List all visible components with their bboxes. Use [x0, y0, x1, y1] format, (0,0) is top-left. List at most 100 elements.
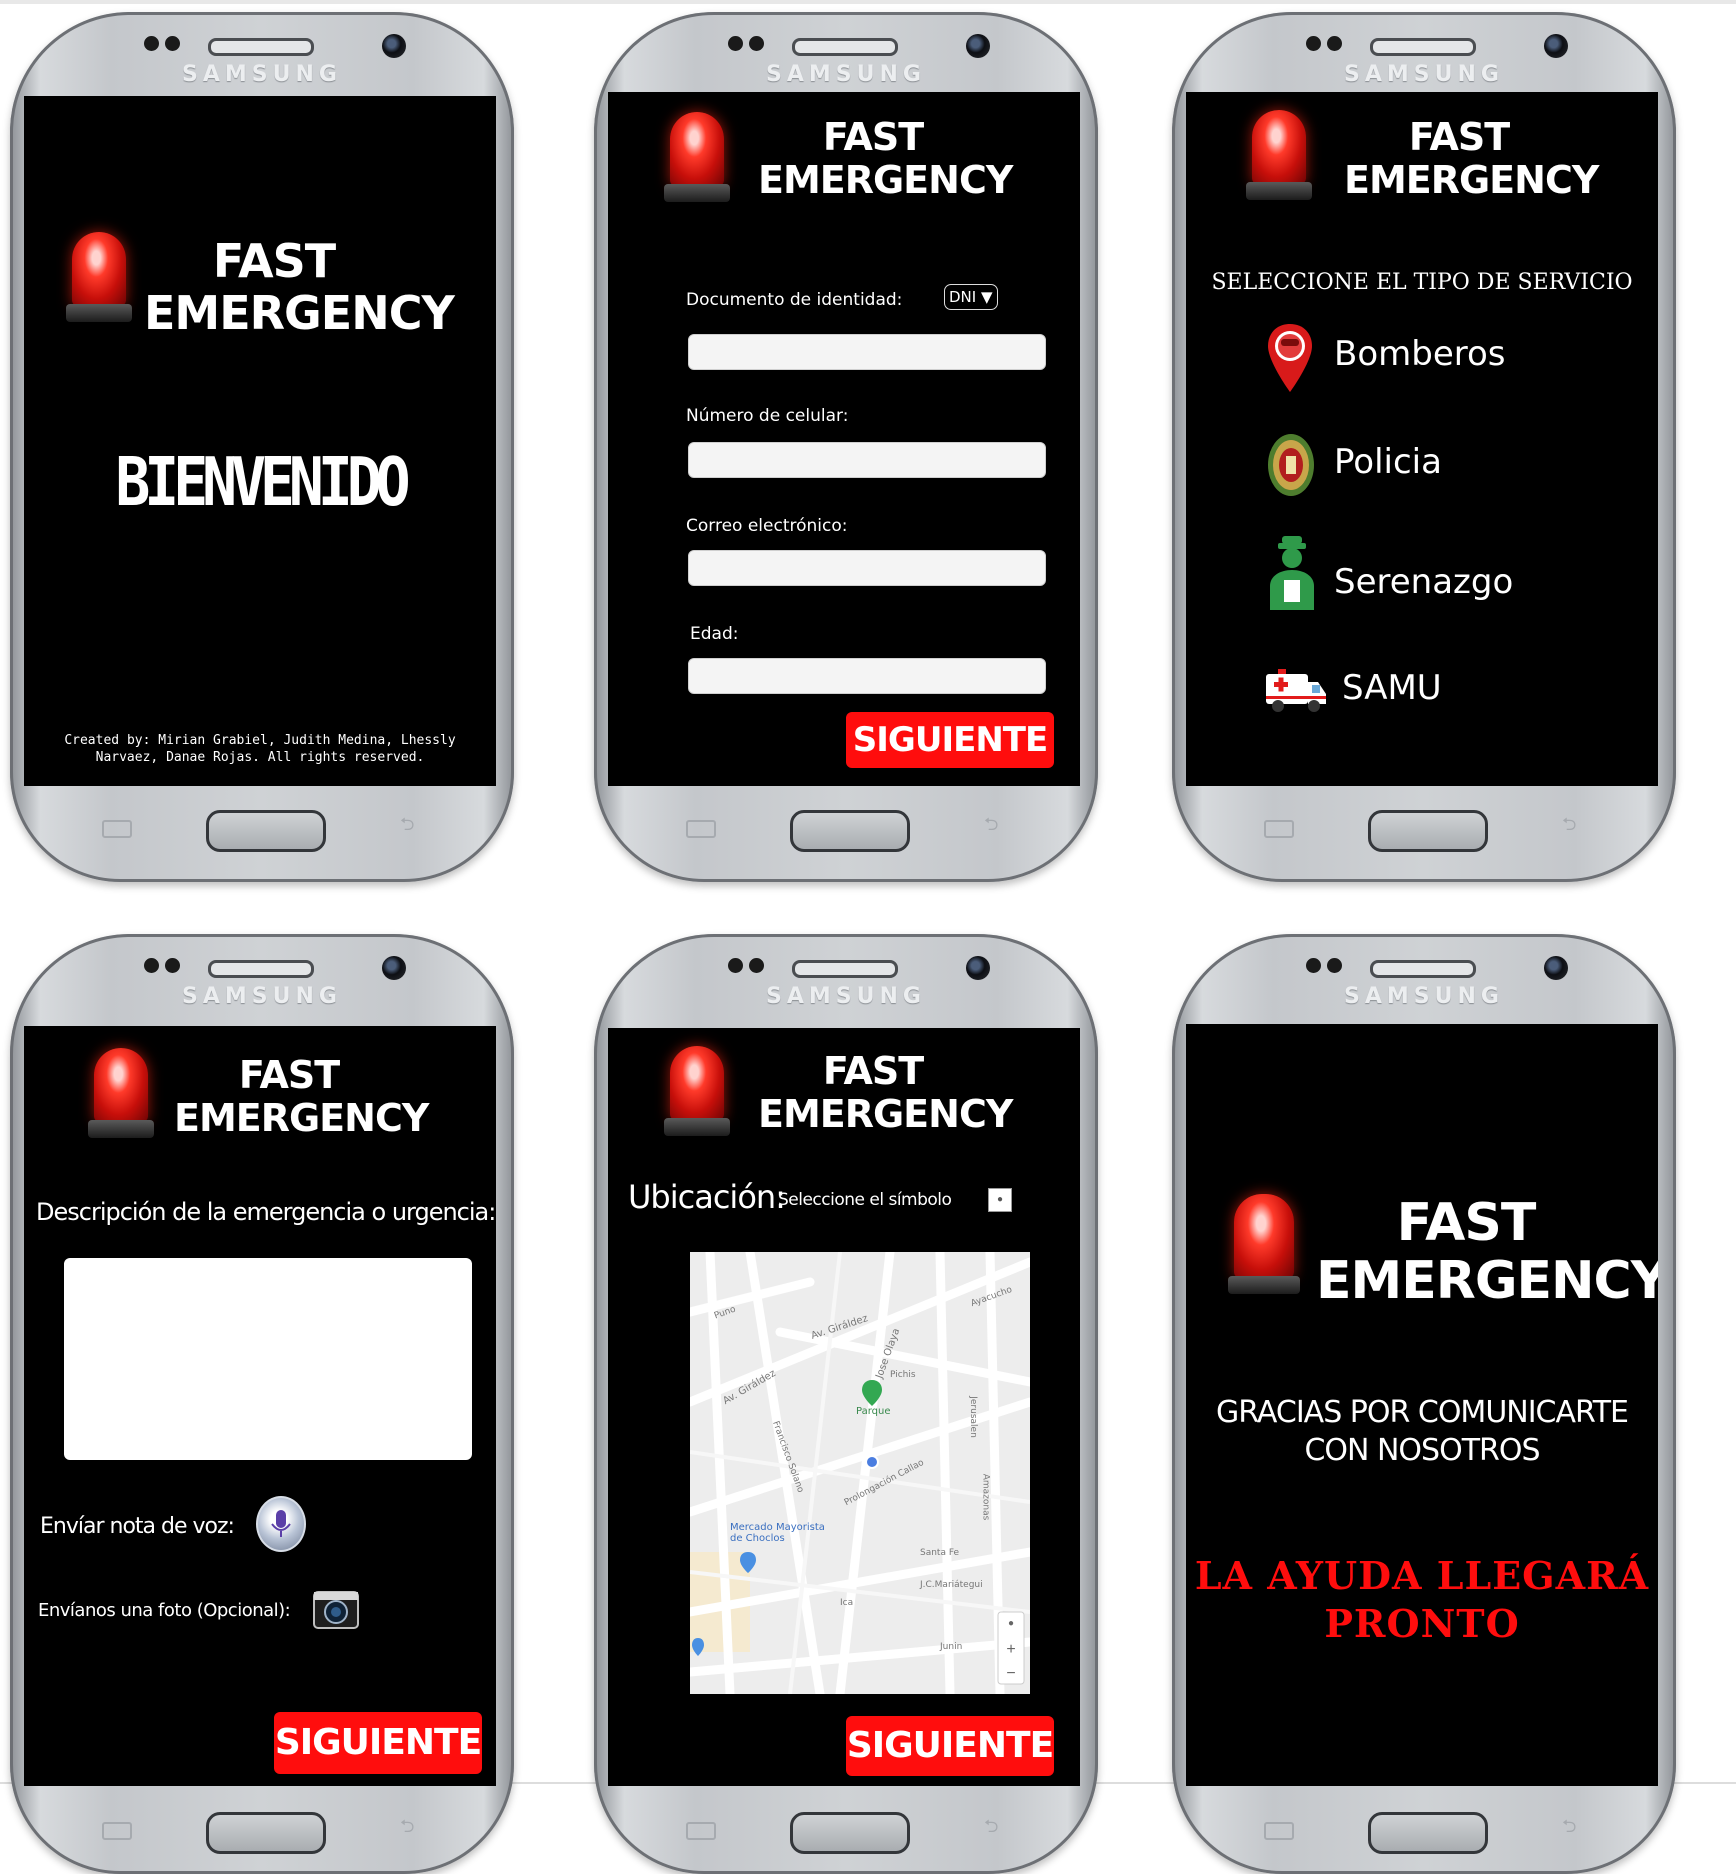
- svg-text:●: ●: [1008, 1618, 1014, 1629]
- thanks-line1: GRACIAS POR COMUNICARTE: [1216, 1395, 1629, 1430]
- guard-person-icon[interactable]: [1266, 534, 1318, 617]
- map-label: Jerusalen: [967, 1396, 978, 1438]
- doc-number-input[interactable]: [688, 334, 1046, 370]
- sensor-dots: [728, 958, 772, 976]
- sensor-dots: [144, 958, 188, 976]
- service-samu[interactable]: SAMU: [1342, 668, 1442, 708]
- back-icon[interactable]: ⮌: [1562, 1814, 1588, 1844]
- logo-line2: EMERGENCY: [174, 1095, 429, 1140]
- firefighter-pin-icon[interactable]: [1266, 322, 1314, 399]
- front-camera: [966, 34, 990, 58]
- service-select-title: SELECCIONE EL TIPO DE SERVICIO: [1211, 270, 1633, 295]
- recent-apps-icon[interactable]: [686, 820, 716, 838]
- earpiece-speaker: [792, 960, 898, 978]
- front-camera: [382, 34, 406, 58]
- sensor-dots: [1306, 958, 1350, 976]
- earpiece-speaker: [208, 38, 314, 56]
- recent-apps-icon[interactable]: [1264, 1822, 1294, 1840]
- phone-number-label: Número de celular:: [686, 406, 849, 426]
- home-button[interactable]: [1368, 810, 1488, 852]
- help-coming-message: LA AYUDA LLEGARÁ PRONTO: [1186, 1552, 1658, 1648]
- age-label: Edad:: [690, 624, 739, 644]
- back-icon[interactable]: ⮌: [400, 1814, 426, 1844]
- phone-registration: SAMSUNG FAST EMERGENCY Documento de iden…: [594, 12, 1098, 882]
- home-button[interactable]: [206, 1812, 326, 1854]
- phone-number-input[interactable]: [688, 442, 1046, 478]
- map-label: Ica: [840, 1598, 854, 1608]
- logo-line1: FAST: [822, 1049, 924, 1093]
- logo-line1: FAST: [238, 1053, 340, 1097]
- credits-line1: Created by: Mirian Grabiel, Judith Medin…: [64, 733, 456, 748]
- description-textarea[interactable]: [64, 1258, 472, 1460]
- photo-label: Envíanos una foto (Opcional):: [38, 1600, 291, 1621]
- service-bomberos[interactable]: Bomberos: [1334, 334, 1506, 374]
- map-label: Pichis: [890, 1370, 916, 1380]
- recent-apps-icon[interactable]: [102, 820, 132, 838]
- next-button[interactable]: SIGUIENTE: [846, 1716, 1054, 1776]
- next-button[interactable]: SIGUIENTE: [274, 1712, 482, 1774]
- doc-label: Documento de identidad:: [686, 290, 903, 310]
- description-screen: FAST EMERGENCY Descripción de la emergen…: [24, 1026, 496, 1786]
- phone-service-select: SAMSUNG FAST EMERGENCY SELECCIONE EL TIP…: [1172, 12, 1676, 882]
- logo-line2: EMERGENCY: [144, 285, 455, 340]
- credits-line2: Narvaez, Danae Rojas. All rights reserve…: [95, 750, 425, 765]
- sensor-dots: [728, 36, 772, 54]
- earpiece-speaker: [1370, 960, 1476, 978]
- phone-welcome: SAMSUNG FAST EMERGENCY BIENVENIDO Create…: [10, 12, 514, 882]
- thanks-message: GRACIAS POR COMUNICARTE CON NOSOTROS: [1186, 1394, 1658, 1470]
- help-line2: PRONTO: [1324, 1601, 1520, 1646]
- app-logo-text: FAST EMERGENCY: [144, 235, 455, 340]
- earpiece-speaker: [1370, 38, 1476, 56]
- voice-note-label: Envíar nota de voz:: [40, 1514, 235, 1539]
- police-badge-icon[interactable]: [1266, 432, 1316, 503]
- location-screen: FAST EMERGENCY Ubicación: Seleccione el …: [608, 1028, 1080, 1786]
- home-button[interactable]: [790, 1812, 910, 1854]
- back-icon[interactable]: ⮌: [984, 1814, 1010, 1844]
- home-button[interactable]: [1368, 1812, 1488, 1854]
- location-map[interactable]: ● + − Av. Giráldez Av. Giráldez Parque J…: [690, 1252, 1030, 1694]
- phone-brand-label: SAMSUNG: [1344, 984, 1504, 1009]
- phone-description: SAMSUNG FAST EMERGENCY Descripción de la…: [10, 934, 514, 1874]
- phone-brand-label: SAMSUNG: [182, 984, 342, 1009]
- email-input[interactable]: [688, 550, 1046, 586]
- camera-icon[interactable]: [312, 1586, 360, 1635]
- service-serenazgo[interactable]: Serenazgo: [1334, 562, 1513, 602]
- next-button[interactable]: SIGUIENTE: [846, 712, 1054, 768]
- svg-text:−: −: [1006, 1665, 1015, 1682]
- phone-brand-label: SAMSUNG: [182, 62, 342, 87]
- sensor-dots: [1306, 36, 1350, 54]
- home-button[interactable]: [790, 810, 910, 852]
- email-label: Correo electrónico:: [686, 516, 848, 536]
- phone-brand-label: SAMSUNG: [766, 62, 926, 87]
- microphone-icon[interactable]: [256, 1496, 306, 1552]
- locate-symbol-icon[interactable]: ●: [988, 1188, 1012, 1212]
- home-button[interactable]: [206, 810, 326, 852]
- welcome-title: BIENVENIDO: [115, 442, 410, 522]
- earpiece-speaker: [792, 38, 898, 56]
- select-symbol-label: Seleccione el símbolo: [778, 1190, 952, 1210]
- recent-apps-icon[interactable]: [102, 1822, 132, 1840]
- logo-line2: EMERGENCY: [1316, 1251, 1658, 1312]
- recent-apps-icon[interactable]: [1264, 820, 1294, 838]
- app-logo-text: FAST EMERGENCY: [1344, 115, 1599, 201]
- phone-confirmation: SAMSUNG FAST EMERGENCY GRACIAS POR COMUN…: [1172, 934, 1676, 1874]
- front-camera: [382, 956, 406, 980]
- logo-line1: FAST: [1396, 1193, 1537, 1253]
- back-icon[interactable]: ⮌: [984, 812, 1010, 842]
- age-input[interactable]: [688, 658, 1046, 694]
- back-icon[interactable]: ⮌: [1562, 812, 1588, 842]
- doc-type-select[interactable]: DNI ▼: [944, 284, 998, 310]
- top-border: [0, 0, 1736, 4]
- app-logo-text: FAST EMERGENCY: [758, 116, 1013, 201]
- registration-screen: FAST EMERGENCY Documento de identidad: D…: [608, 92, 1080, 786]
- back-icon[interactable]: ⮌: [400, 812, 426, 842]
- map-label: Parque: [856, 1406, 891, 1417]
- service-policia[interactable]: Policia: [1334, 442, 1442, 482]
- recent-apps-icon[interactable]: [686, 1822, 716, 1840]
- map-label: Mercado Mayorista de Choclos: [730, 1522, 825, 1544]
- sensor-dots: [144, 36, 188, 54]
- map-label: J.C.Mariátegui: [920, 1580, 983, 1590]
- logo-line1: FAST: [1408, 115, 1510, 159]
- service-select-screen: FAST EMERGENCY SELECCIONE EL TIPO DE SER…: [1186, 92, 1658, 786]
- ambulance-icon[interactable]: [1264, 664, 1328, 721]
